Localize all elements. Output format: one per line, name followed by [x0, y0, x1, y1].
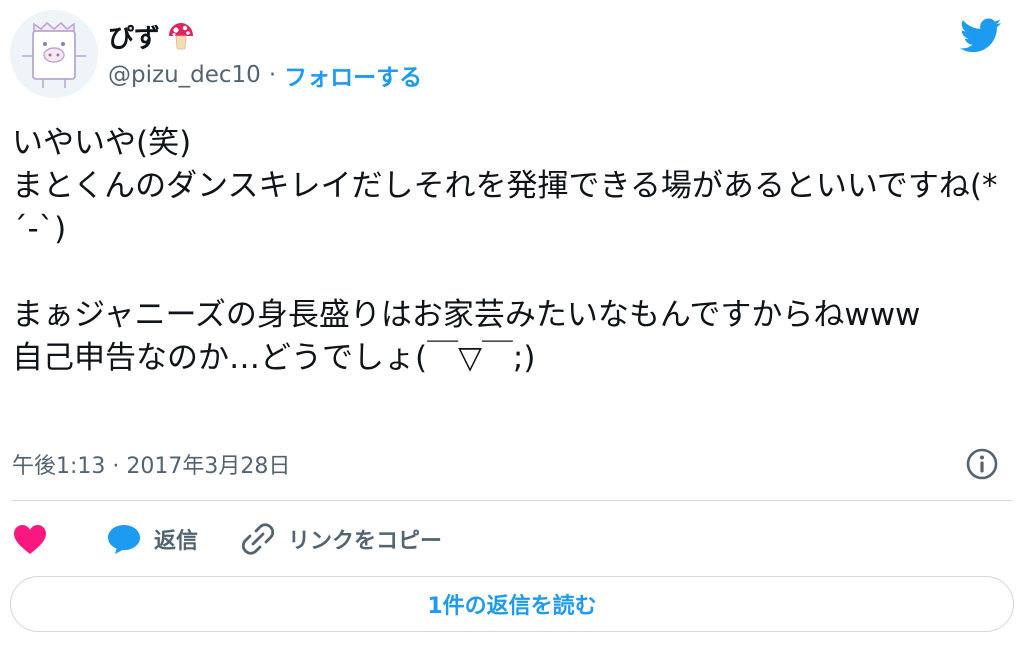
tweet-timestamp-row: 午後1:13 · 2017年3月28日: [12, 444, 290, 484]
author-handle-row: @pizu_dec10 · フォローする: [108, 58, 422, 92]
avatar-character-icon: [10, 10, 98, 98]
divider: [12, 500, 1012, 501]
follow-button[interactable]: フォローする: [284, 58, 422, 92]
reply-button[interactable]: 返信: [106, 523, 198, 555]
copy-link-button[interactable]: リンクをコピー: [240, 521, 442, 557]
author-name-row: ぴず: [108, 18, 196, 54]
tweet-text: いやいや(笑) まとくんのダンスキレイだしそれを発揮できる場があるといいですね(…: [12, 125, 998, 376]
reply-label: 返信: [154, 529, 199, 554]
reply-bubble-icon: [108, 525, 140, 554]
author-display-name[interactable]: ぴず: [108, 18, 160, 55]
heart-icon: [14, 525, 46, 554]
read-replies-label: 1件の返信を読む: [427, 594, 597, 619]
info-icon[interactable]: [964, 446, 1000, 482]
author-handle[interactable]: @pizu_dec10: [108, 62, 261, 88]
like-button[interactable]: [12, 523, 48, 555]
tweet-timestamp[interactable]: 午後1:13 · 2017年3月28日: [12, 448, 290, 480]
read-replies-button[interactable]: 1件の返信を読む: [10, 576, 1014, 632]
twitter-bird-icon[interactable]: [960, 18, 1002, 54]
tweet-actions: 返信 リンクをコピー: [12, 515, 442, 563]
copy-link-label: リンクをコピー: [288, 529, 443, 554]
avatar[interactable]: [10, 10, 98, 98]
separator-dot: ·: [268, 62, 277, 88]
mushroom-icon: [169, 23, 194, 50]
link-icon: [241, 523, 275, 555]
